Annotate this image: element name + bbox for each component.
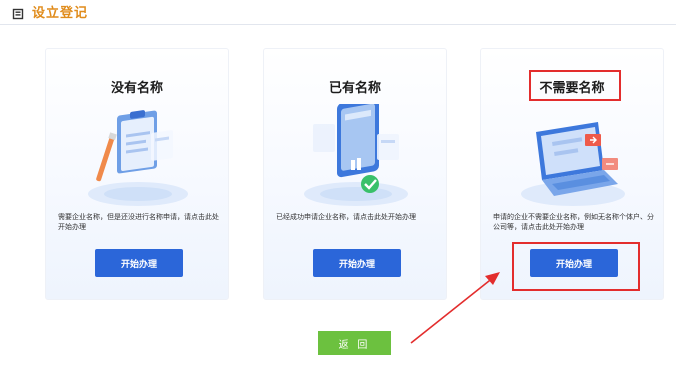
start-button-has-name[interactable]: 开始办理 bbox=[313, 249, 401, 277]
page-title: 设立登记 bbox=[32, 5, 89, 21]
card-no-name: 没有名称 需要企业名称，但是还没进行名称申请，请点击此处开始办理 开始办理 bbox=[45, 48, 229, 300]
laptop-illustration bbox=[508, 104, 638, 209]
phone-approved-illustration bbox=[291, 97, 421, 209]
back-button[interactable]: 返 回 bbox=[318, 331, 391, 355]
clipboard-document-illustration bbox=[73, 104, 203, 209]
header-divider bbox=[0, 24, 676, 25]
card-has-name: 已有名称 已经成功申请企业名称，请点击此处开始办理 开始办理 bbox=[263, 48, 447, 300]
page-header: 设立登记 bbox=[12, 0, 88, 22]
start-button-no-name-needed[interactable]: 开始办理 bbox=[530, 249, 618, 277]
card-title: 没有名称 bbox=[110, 81, 163, 96]
card-description: 需要企业名称，但是还没进行名称申请，请点击此处开始办理 bbox=[58, 213, 219, 231]
card-no-name-needed: 不需要名称 申请的企业不需要企业名称，例如无名称个体户、分公司等，请点击此处开始… bbox=[480, 48, 664, 300]
card-description: 申请的企业不需要企业名称，例如无名称个体户、分公司等，请点击此处开始办理 bbox=[493, 213, 654, 231]
annotation-box-title bbox=[529, 70, 621, 101]
start-button-no-name[interactable]: 开始办理 bbox=[95, 249, 183, 277]
document-icon bbox=[12, 5, 24, 20]
card-description: 已经成功申请企业名称，请点击此处开始办理 bbox=[276, 213, 416, 221]
card-title: 已有名称 bbox=[328, 81, 381, 96]
